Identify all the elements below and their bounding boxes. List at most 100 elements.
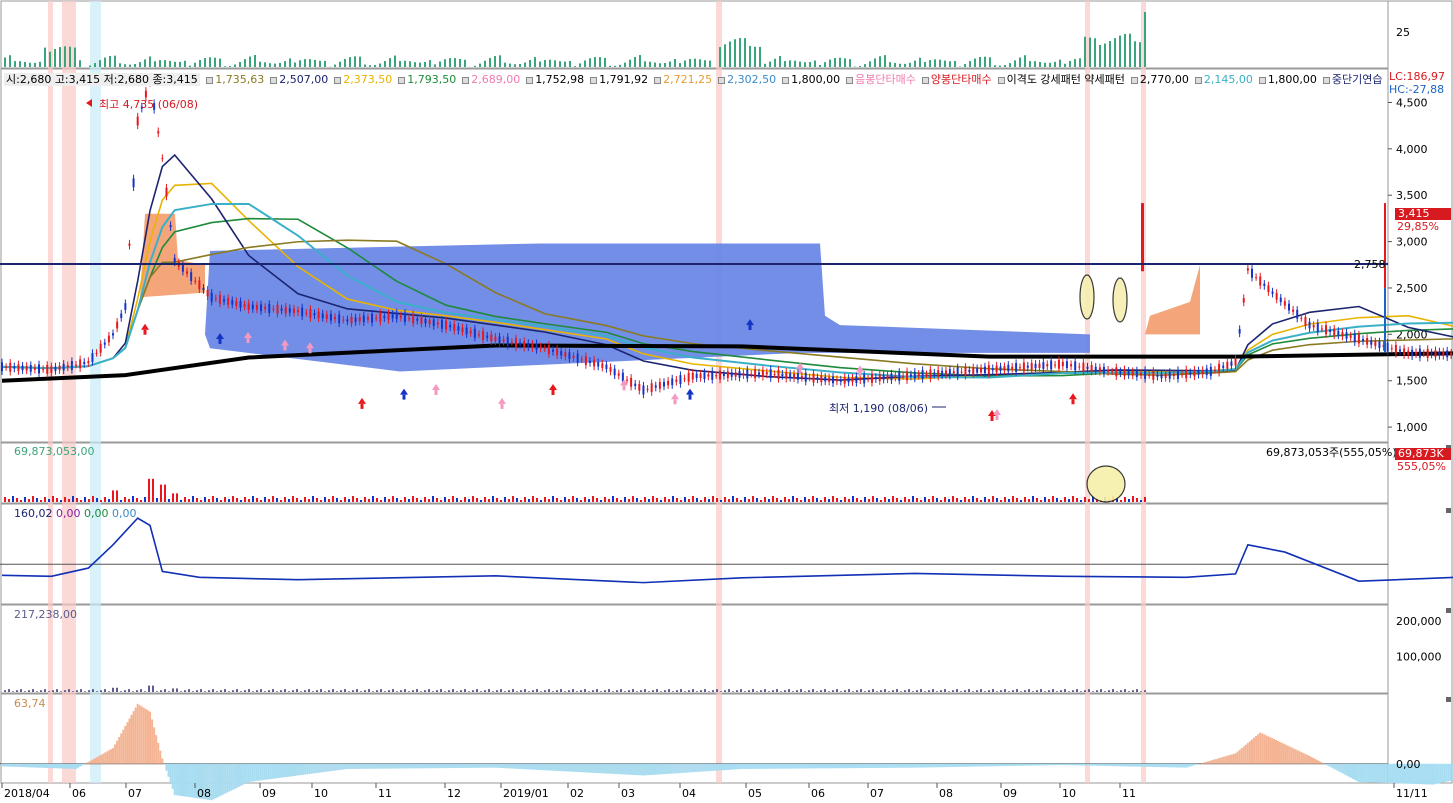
p4-bar (780, 691, 782, 692)
volume-bar (600, 500, 602, 502)
volume-bar (872, 496, 874, 502)
p4-bar (784, 690, 786, 692)
candle-body (1034, 363, 1037, 369)
candle-body (976, 368, 979, 373)
p4-bar (716, 689, 718, 692)
candle-body (551, 349, 554, 352)
top-bar (529, 60, 531, 67)
top-bar (799, 61, 801, 67)
p4-bar (288, 691, 290, 692)
volume-bar (52, 496, 54, 502)
candle-body (576, 353, 579, 363)
candle-body (1015, 363, 1018, 372)
top-bar (784, 61, 786, 67)
p4-bar (976, 690, 978, 692)
volume-bar (644, 497, 646, 502)
p4-bar (76, 690, 78, 692)
p4-bar (564, 691, 566, 692)
candle-body (758, 372, 761, 375)
candle-body (1127, 370, 1130, 376)
volume-bar (228, 499, 230, 502)
candle-body (898, 371, 901, 381)
signal-arrow-shaft (995, 415, 999, 421)
signal-arrow-shaft (990, 415, 994, 421)
p4-bar (764, 689, 766, 692)
p4-bar (192, 691, 194, 692)
volume-bar (724, 497, 726, 502)
volume-bar (436, 498, 438, 502)
candle-body (66, 365, 69, 368)
top-bar (444, 59, 446, 67)
volume-bar (100, 500, 102, 502)
candle-body (383, 315, 386, 319)
p4-bar (552, 691, 554, 692)
top-bar (924, 61, 926, 67)
top-bar (549, 59, 551, 67)
legend-item: 2,373,50 (334, 73, 395, 86)
candle-body (79, 359, 82, 369)
top-bar (664, 62, 666, 67)
top-bar (439, 61, 441, 67)
panel3-value-1: 160,02 (14, 507, 53, 520)
top-bar (389, 58, 391, 67)
top-bar (424, 61, 426, 67)
candle-body (804, 372, 807, 382)
p4-bar (868, 690, 870, 692)
top-bar (294, 62, 296, 67)
candle-body (1263, 283, 1266, 286)
top-bar (534, 57, 536, 67)
legend-items: 1,735,63 2,507,00 2,373,50 1,793,50 2,689,00… (206, 73, 1388, 86)
candle-body (169, 225, 172, 228)
candle-body (17, 364, 20, 372)
candle-body (292, 308, 295, 313)
volume-bar (836, 498, 838, 502)
candle-body (54, 366, 57, 371)
candle-body (601, 363, 604, 368)
x-tick-label: 2019/01 (503, 787, 549, 800)
top-bar (594, 57, 596, 67)
candle-body (1246, 268, 1249, 271)
candle-body (777, 370, 780, 379)
p4-bar (808, 690, 810, 692)
volume-bar (428, 499, 430, 502)
volume-bar (332, 496, 334, 502)
p4-bar (756, 691, 758, 692)
p4-bar (940, 690, 942, 692)
candle-body (95, 352, 98, 354)
candle-body (1312, 325, 1315, 328)
candle-body (1111, 371, 1114, 373)
p4-bar (820, 690, 822, 692)
stock-chart[interactable]: 4,5004,0003,5003,0002,5002,0001,5001,000… (0, 0, 1453, 803)
signal-arrow-shaft (500, 403, 504, 409)
candle-body (1065, 361, 1068, 368)
p4-bar (436, 690, 438, 692)
top-bar (574, 66, 576, 67)
volume-bar (728, 499, 730, 502)
volume-bar (960, 500, 962, 502)
candle-body (449, 325, 452, 328)
top-bar (1014, 60, 1016, 67)
volume-bar (488, 499, 490, 502)
p4-bar (692, 689, 694, 692)
p4-bar (1012, 690, 1014, 692)
volume-bar (1088, 499, 1090, 502)
top-bar (639, 55, 641, 67)
legend-item: 2,721,25 (654, 73, 715, 86)
lc-value: LC:186,97 (1389, 70, 1446, 83)
candle-body (342, 319, 345, 321)
top-bar (1024, 55, 1026, 67)
top-bar (1114, 38, 1116, 67)
volume-bar (1048, 499, 1050, 502)
p4-bar (844, 690, 846, 692)
p4-bar (444, 691, 446, 692)
top-bar (944, 60, 946, 67)
volume-bar (692, 496, 694, 502)
p4-bar (380, 689, 382, 692)
top-bar (459, 58, 461, 67)
top-bar (394, 55, 396, 67)
top-bar (314, 59, 316, 67)
p4-bar (908, 689, 910, 692)
p4-bar (632, 689, 634, 692)
candle-body (519, 342, 522, 345)
volume-bar (964, 497, 966, 502)
